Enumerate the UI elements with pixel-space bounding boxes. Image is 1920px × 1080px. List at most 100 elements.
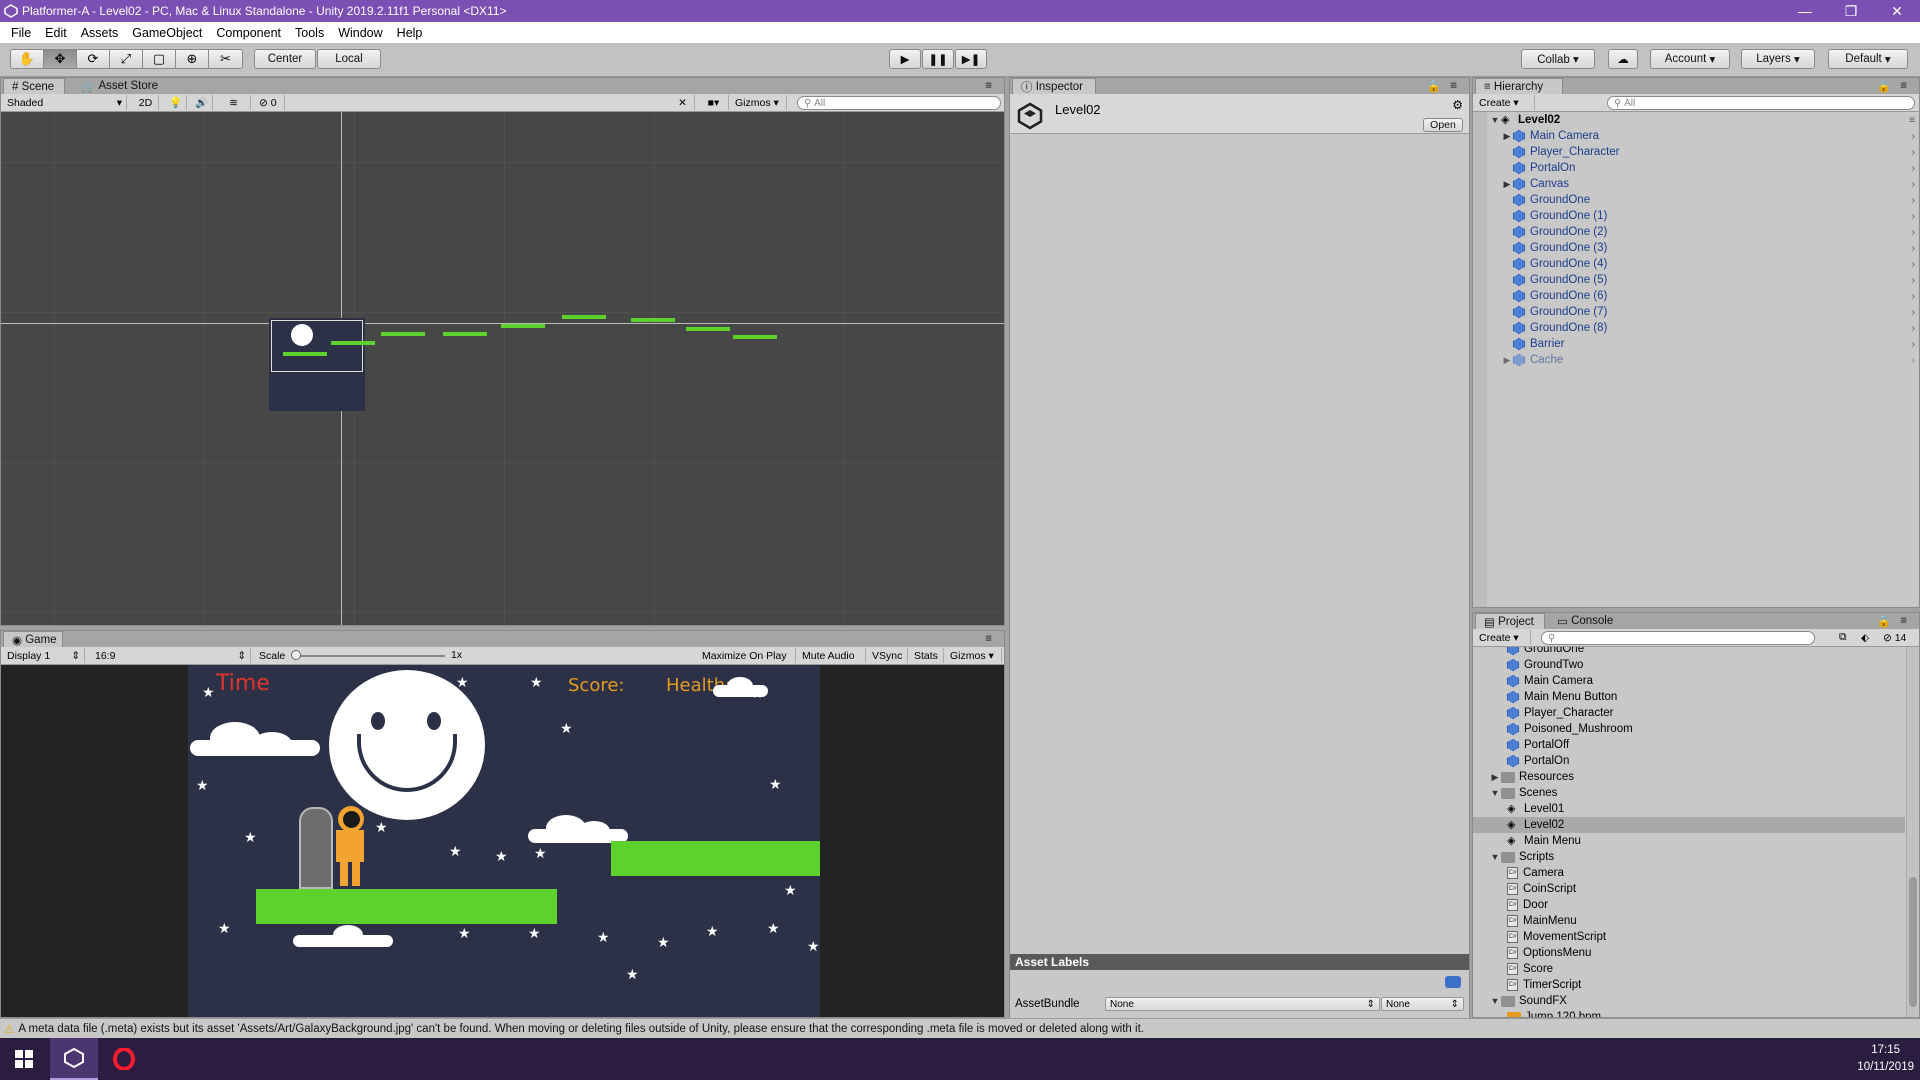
tab-project[interactable]: ▤ Project (1475, 613, 1545, 629)
unity-taskbar-icon[interactable] (50, 1038, 98, 1080)
camera-dropdown-icon[interactable]: ■▾ (699, 95, 729, 110)
project-item[interactable]: C# MovementScript (1473, 929, 1905, 945)
audio-toggle-icon[interactable]: 🔊 (191, 95, 213, 110)
project-item[interactable]: PortalOff (1473, 737, 1905, 753)
settings-gear-icon[interactable]: ⚙ (1452, 98, 1463, 112)
custom-tool-icon[interactable]: ✂ (209, 50, 242, 68)
variant-dropdown[interactable]: None ⇕ (1381, 997, 1464, 1011)
label-tag-icon[interactable] (1445, 976, 1461, 988)
project-item[interactable]: Main Menu Button (1473, 689, 1905, 705)
menu-help[interactable]: Help (390, 26, 430, 40)
pause-button[interactable]: ❚❚ (922, 49, 954, 69)
transform-tool-icon[interactable]: ⊕ (176, 50, 209, 68)
hierarchy-item[interactable]: GroundOne (4) › (1473, 256, 1919, 272)
menu-gameobject[interactable]: GameObject (125, 26, 209, 40)
move-tool-icon[interactable]: ✥ (44, 50, 77, 68)
panel-menu-icon[interactable]: ≡ (1892, 613, 1915, 629)
gizmos-dropdown[interactable]: Gizmos ▾ (731, 95, 787, 110)
panel-menu-icon[interactable]: ≡ (1442, 78, 1465, 94)
assetbundle-dropdown[interactable]: None ⇕ (1105, 997, 1380, 1011)
expand-arrow-icon[interactable]: ▶ (1489, 772, 1501, 783)
menu-window[interactable]: Window (331, 26, 389, 40)
project-item[interactable]: C# MainMenu (1473, 913, 1905, 929)
pivot-local-button[interactable]: Local (317, 49, 381, 69)
project-item[interactable]: C# CoinScript (1473, 881, 1905, 897)
project-item[interactable]: GroundOne (1473, 647, 1905, 657)
windows-start-icon[interactable] (0, 1038, 48, 1080)
search-by-type-icon[interactable]: ⧉ (1835, 630, 1855, 645)
scene-view-canvas[interactable] (1, 112, 1004, 625)
project-item[interactable]: PortalOn (1473, 753, 1905, 769)
step-button[interactable]: ▶❚ (955, 49, 987, 69)
project-create-dropdown[interactable]: Create ▾ (1475, 630, 1531, 645)
taskbar-clock[interactable]: 17:15 10/11/2019 (1857, 1042, 1914, 1076)
hierarchy-item[interactable]: GroundOne (5) › (1473, 272, 1919, 288)
hierarchy-item[interactable]: PortalOn › (1473, 160, 1919, 176)
lighting-toggle-icon[interactable]: 💡 (165, 95, 187, 110)
minimize-button[interactable]: — (1782, 0, 1828, 22)
expand-arrow-icon[interactable]: ▼ (1489, 115, 1501, 125)
open-button[interactable]: Open (1423, 118, 1463, 132)
project-item[interactable]: C# Camera (1473, 865, 1905, 881)
vsync-toggle[interactable]: VSync (868, 648, 908, 663)
rotate-tool-icon[interactable]: ⟳ (77, 50, 110, 68)
hand-tool-icon[interactable]: ✋ (11, 50, 44, 68)
tools-settings-icon[interactable]: ✕ (671, 95, 695, 110)
hierarchy-search-input[interactable]: ⚲ All (1607, 96, 1915, 110)
hierarchy-item[interactable]: Barrier › (1473, 336, 1919, 352)
hierarchy-item[interactable]: GroundOne (6) › (1473, 288, 1919, 304)
hidden-packages-counter[interactable]: ⊘ 14 (1879, 630, 1919, 645)
tab-game[interactable]: ◉ Game (3, 631, 63, 647)
hierarchy-item[interactable]: Player_Character › (1473, 144, 1919, 160)
panel-menu-icon[interactable]: ≡ (977, 78, 1000, 94)
scale-handle[interactable] (291, 650, 301, 660)
menu-assets[interactable]: Assets (74, 26, 126, 40)
hierarchy-item[interactable]: GroundOne (8) › (1473, 320, 1919, 336)
expand-arrow-icon[interactable]: ▶ (1501, 179, 1513, 190)
hierarchy-create-dropdown[interactable]: Create ▾ (1475, 95, 1535, 110)
project-item[interactable]: C# Door (1473, 897, 1905, 913)
expand-arrow-icon[interactable]: ▼ (1489, 852, 1501, 862)
layout-dropdown[interactable]: Default ▾ (1828, 49, 1908, 69)
project-item[interactable]: ◈ Level01 (1473, 801, 1905, 817)
project-scrollbar[interactable] (1906, 647, 1918, 1017)
project-item[interactable]: C# TimerScript (1473, 977, 1905, 993)
menu-component[interactable]: Component (209, 26, 288, 40)
scene-search-input[interactable]: ⚲ All (797, 96, 1001, 110)
project-item[interactable]: ▶ Resources (1473, 769, 1905, 785)
hidden-objects-counter[interactable]: ⊘ 0 (255, 95, 285, 110)
hierarchy-item[interactable]: ▶ Main Camera › (1473, 128, 1919, 144)
tab-console[interactable]: ▭ Console (1549, 613, 1621, 629)
tab-hierarchy[interactable]: ≡ Hierarchy (1475, 78, 1563, 94)
menu-edit[interactable]: Edit (38, 26, 74, 40)
project-item[interactable]: ▼ Scripts (1473, 849, 1905, 865)
hierarchy-item[interactable]: ▶ Canvas › (1473, 176, 1919, 192)
panel-menu-icon[interactable]: ≡ (977, 631, 1000, 647)
expand-arrow-icon[interactable]: ▼ (1489, 788, 1501, 798)
game-gizmos-dropdown[interactable]: Gizmos ▾ (946, 648, 1002, 663)
hierarchy-item[interactable]: GroundOne › (1473, 192, 1919, 208)
tab-asset-store[interactable]: 🛒 Asset Store (73, 78, 166, 94)
maximize-on-play-toggle[interactable]: Maximize On Play (698, 648, 796, 663)
project-item[interactable]: GroundTwo (1473, 657, 1905, 673)
mute-audio-toggle[interactable]: Mute Audio (798, 648, 866, 663)
opera-taskbar-icon[interactable] (100, 1038, 148, 1080)
project-item[interactable]: Poisoned_Mushroom (1473, 721, 1905, 737)
project-item[interactable]: C# Score (1473, 961, 1905, 977)
status-bar[interactable]: ⚠ A meta data file (.meta) exists but it… (0, 1018, 1920, 1038)
project-item[interactable]: ◈ Level02 (1473, 817, 1905, 833)
project-search-input[interactable]: ⚲ (1541, 631, 1815, 645)
expand-arrow-icon[interactable]: ▶ (1501, 131, 1513, 142)
scrollbar-thumb[interactable] (1909, 877, 1917, 1007)
tab-inspector[interactable]: ⓘ Inspector (1012, 78, 1096, 94)
hierarchy-item[interactable]: GroundOne (2) › (1473, 224, 1919, 240)
hierarchy-item[interactable]: GroundOne (1) › (1473, 208, 1919, 224)
project-item[interactable]: ◈ Main Menu (1473, 833, 1905, 849)
project-item[interactable]: Player_Character (1473, 705, 1905, 721)
pivot-center-button[interactable]: Center (254, 49, 316, 69)
menu-tools[interactable]: Tools (288, 26, 331, 40)
project-item[interactable]: C# OptionsMenu (1473, 945, 1905, 961)
expand-arrow-icon[interactable]: ▶ (1501, 355, 1513, 366)
display-dropdown[interactable]: Display 1 ⇕ (3, 648, 85, 663)
stats-toggle[interactable]: Stats (910, 648, 944, 663)
